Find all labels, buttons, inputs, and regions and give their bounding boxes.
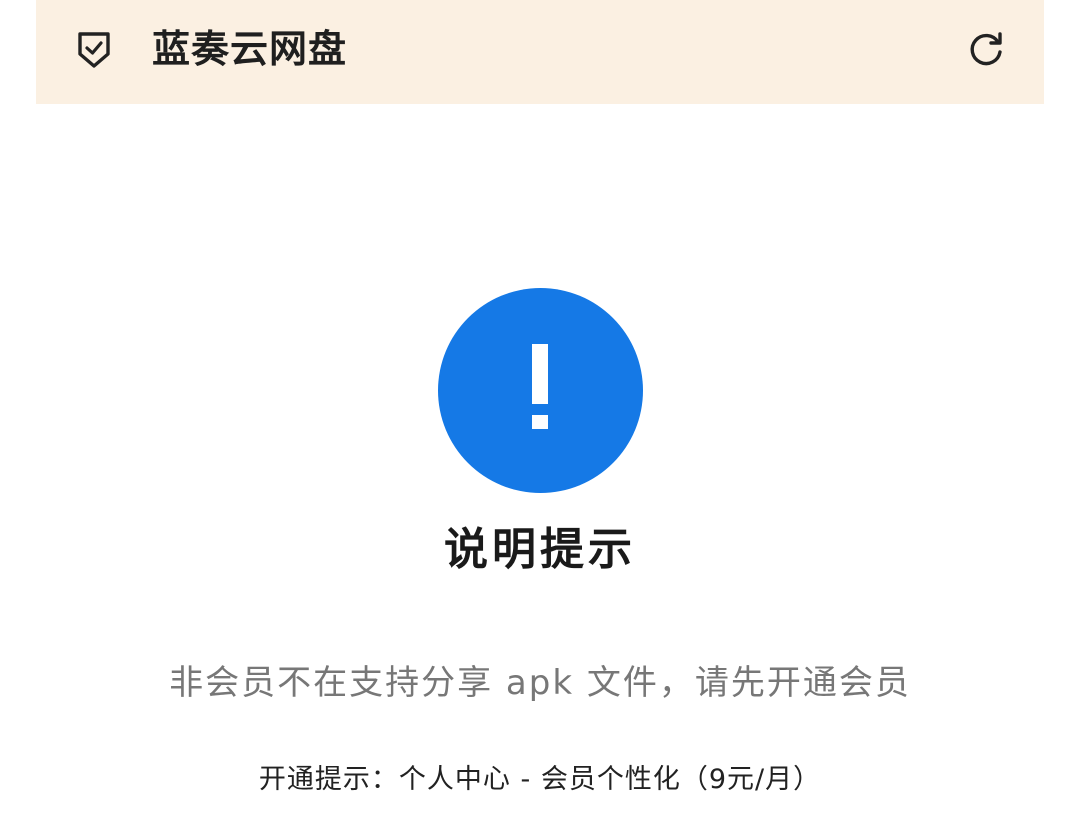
shield-check-icon xyxy=(78,32,110,68)
exclamation-bar xyxy=(532,344,548,404)
refresh-icon[interactable] xyxy=(964,28,1008,72)
alert-title: 说明提示 xyxy=(444,524,636,575)
alert-message: 非会员不在支持分享 apk 文件，请先开通会员 xyxy=(169,663,911,703)
exclamation-dot xyxy=(532,415,548,429)
app-title: 蓝奏云网盘 xyxy=(152,27,348,71)
membership-hint: 开通提示：个人中心 - 会员个性化（9元/月） xyxy=(258,764,822,795)
exclamation-circle-icon xyxy=(438,288,643,493)
